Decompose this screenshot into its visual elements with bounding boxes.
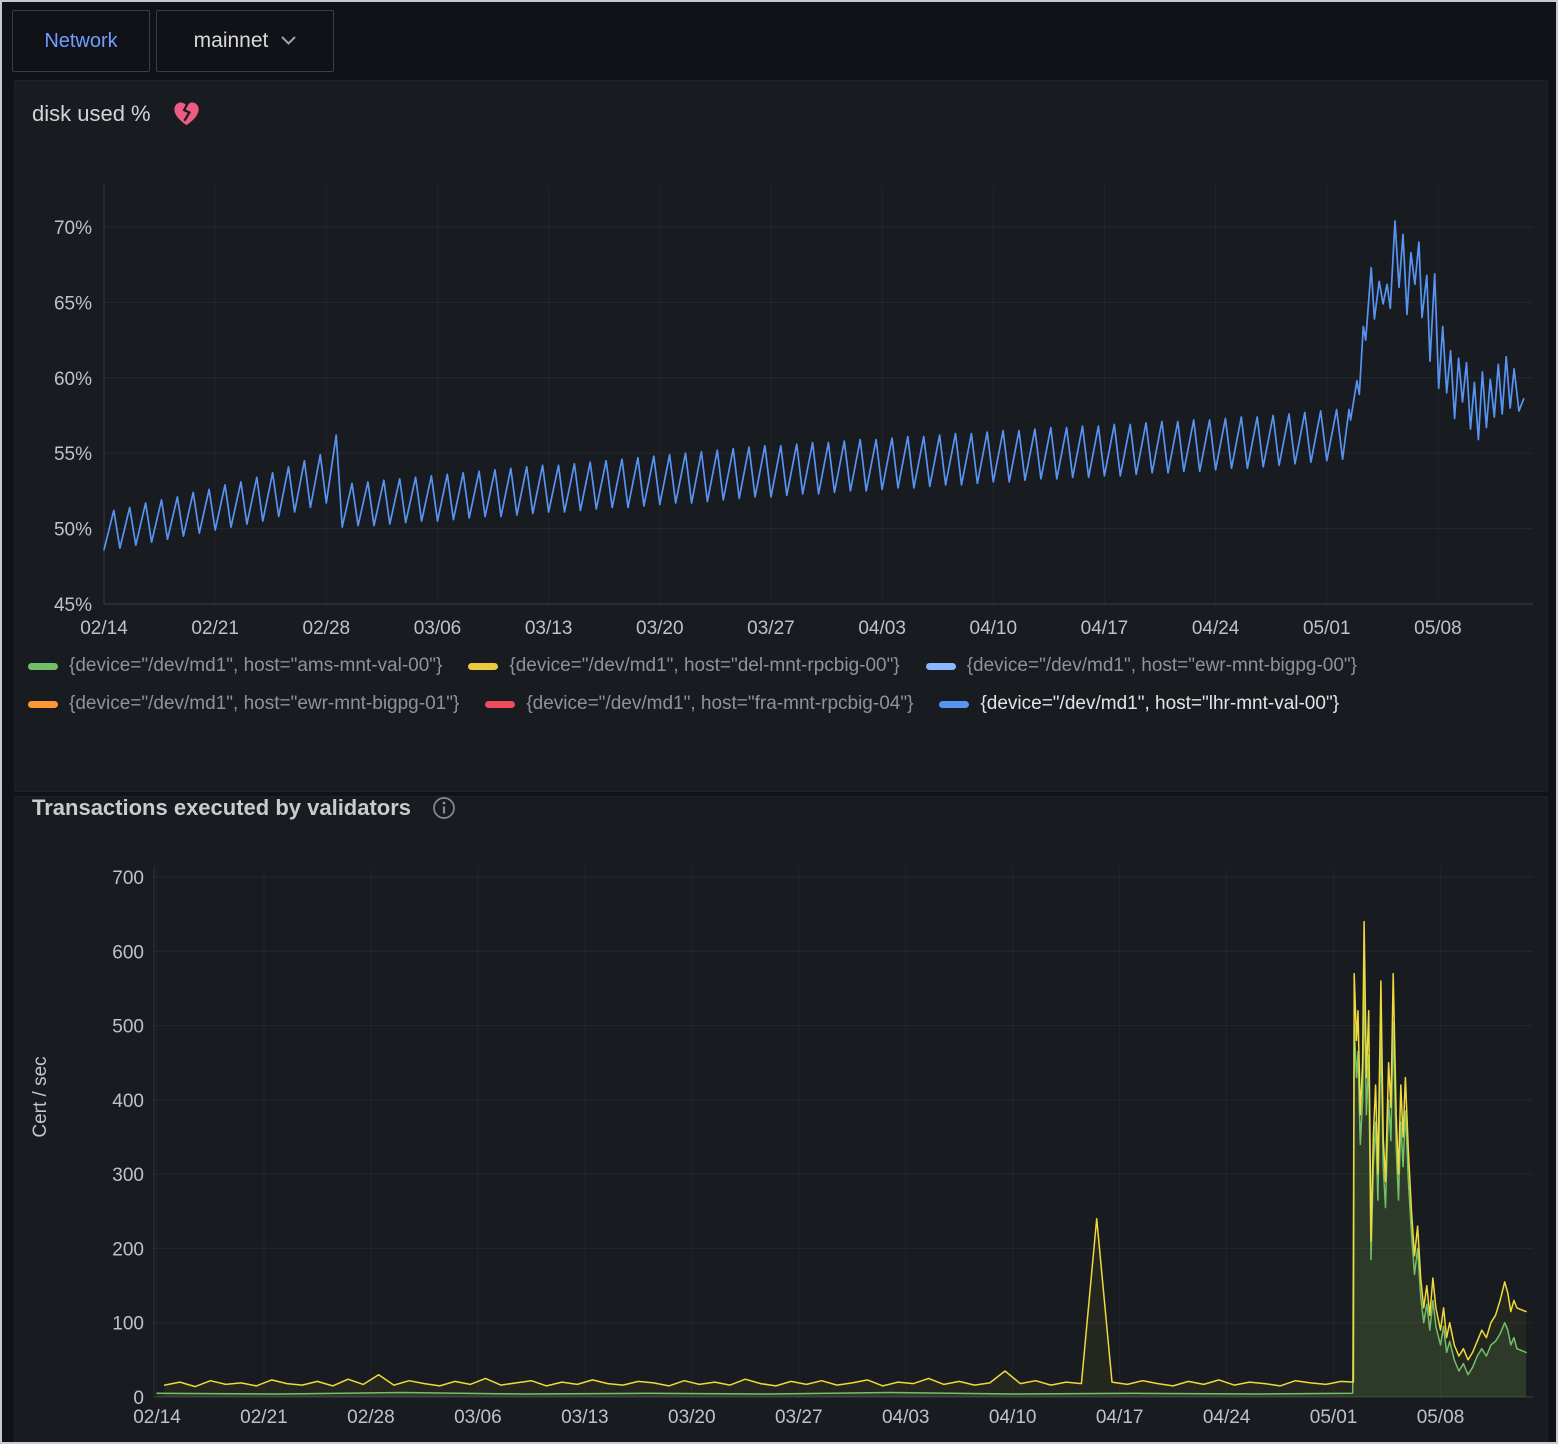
disk-used-chart[interactable]: 45% 50% 55% 60% 65% 70% 02/14 02/21 02/28 03/06 03…	[2, 82, 1558, 656]
svg-text:65%: 65%	[54, 293, 92, 314]
svg-text:05/01: 05/01	[1310, 1407, 1358, 1428]
svg-text:55%: 55%	[54, 444, 92, 465]
panel2-title[interactable]: Transactions executed by validators	[32, 795, 457, 821]
network-label: Network	[44, 30, 117, 53]
svg-text:02/14: 02/14	[133, 1407, 181, 1428]
legend-label: {device="/dev/md1", host="del-mnt-rpcbig…	[509, 655, 899, 677]
legend-item-1[interactable]: {device="/dev/md1", host="del-mnt-rpcbig…	[468, 655, 899, 677]
svg-text:04/24: 04/24	[1203, 1407, 1251, 1428]
info-circle-icon	[431, 795, 457, 821]
svg-text:02/21: 02/21	[240, 1407, 288, 1428]
svg-text:100: 100	[112, 1314, 144, 1335]
svg-text:04/17: 04/17	[1096, 1407, 1144, 1428]
svg-text:500: 500	[112, 1017, 144, 1038]
legend-label: {device="/dev/md1", host="ewr-mnt-bigpg-…	[69, 693, 459, 715]
svg-text:03/06: 03/06	[414, 618, 462, 639]
panel2-title-text: Transactions executed by validators	[32, 795, 411, 821]
svg-text:02/28: 02/28	[347, 1407, 395, 1428]
network-variable-label[interactable]: Network	[12, 10, 150, 72]
svg-text:04/03: 04/03	[882, 1407, 930, 1428]
svg-text:03/13: 03/13	[525, 618, 573, 639]
disk-used-legend: {device="/dev/md1", host="ams-mnt-val-00…	[28, 655, 1358, 715]
svg-text:200: 200	[112, 1239, 144, 1260]
transactions-chart[interactable]: 0 100 200 300 400 500 600 700 02/14 02/21 02/28 03/…	[2, 842, 1558, 1444]
legend-label: {device="/dev/md1", host="lhr-mnt-val-00…	[980, 693, 1339, 715]
legend-swatch	[485, 701, 515, 708]
svg-text:700: 700	[112, 868, 144, 889]
svg-text:04/03: 04/03	[858, 618, 906, 639]
svg-text:50%: 50%	[54, 520, 92, 541]
svg-text:45%: 45%	[54, 595, 92, 616]
svg-text:03/13: 03/13	[561, 1407, 609, 1428]
legend-label: {device="/dev/md1", host="ewr-mnt-bigpg-…	[967, 655, 1357, 677]
legend-item-5[interactable]: {device="/dev/md1", host="lhr-mnt-val-00…	[939, 693, 1339, 715]
legend-swatch	[28, 663, 58, 670]
svg-text:04/10: 04/10	[970, 618, 1018, 639]
svg-text:600: 600	[112, 942, 144, 963]
legend-swatch	[468, 663, 498, 670]
svg-text:70%: 70%	[54, 218, 92, 239]
legend-swatch	[28, 701, 58, 708]
legend-item-2[interactable]: {device="/dev/md1", host="ewr-mnt-bigpg-…	[926, 655, 1357, 677]
legend-label: {device="/dev/md1", host="fra-mnt-rpcbig…	[526, 693, 913, 715]
svg-text:04/24: 04/24	[1192, 618, 1240, 639]
svg-text:02/28: 02/28	[303, 618, 351, 639]
svg-text:03/20: 03/20	[636, 618, 684, 639]
svg-text:03/27: 03/27	[775, 1407, 823, 1428]
svg-text:02/14: 02/14	[80, 618, 128, 639]
svg-text:0: 0	[133, 1388, 144, 1409]
legend-swatch	[926, 663, 956, 670]
svg-text:04/10: 04/10	[989, 1407, 1037, 1428]
legend-item-0[interactable]: {device="/dev/md1", host="ams-mnt-val-00…	[28, 655, 442, 677]
legend-label: {device="/dev/md1", host="ams-mnt-val-00…	[69, 655, 442, 677]
svg-text:Cert / sec: Cert / sec	[30, 1056, 51, 1137]
svg-text:03/20: 03/20	[668, 1407, 716, 1428]
svg-text:05/08: 05/08	[1417, 1407, 1465, 1428]
legend-item-3[interactable]: {device="/dev/md1", host="ewr-mnt-bigpg-…	[28, 693, 459, 715]
svg-text:300: 300	[112, 1165, 144, 1186]
legend-swatch	[939, 701, 969, 708]
svg-text:05/01: 05/01	[1303, 618, 1351, 639]
svg-text:02/21: 02/21	[191, 618, 239, 639]
svg-text:400: 400	[112, 1091, 144, 1112]
svg-text:05/08: 05/08	[1414, 618, 1462, 639]
svg-text:03/27: 03/27	[747, 618, 795, 639]
grafana-dashboard: Network mainnet disk used % Transactions…	[0, 0, 1558, 1444]
svg-text:03/06: 03/06	[454, 1407, 502, 1428]
svg-text:60%: 60%	[54, 369, 92, 390]
svg-text:04/17: 04/17	[1081, 618, 1129, 639]
network-variable-dropdown[interactable]: mainnet	[156, 10, 334, 72]
network-value: mainnet	[194, 29, 269, 53]
chevron-down-icon	[281, 36, 296, 46]
legend-item-4[interactable]: {device="/dev/md1", host="fra-mnt-rpcbig…	[485, 693, 913, 715]
